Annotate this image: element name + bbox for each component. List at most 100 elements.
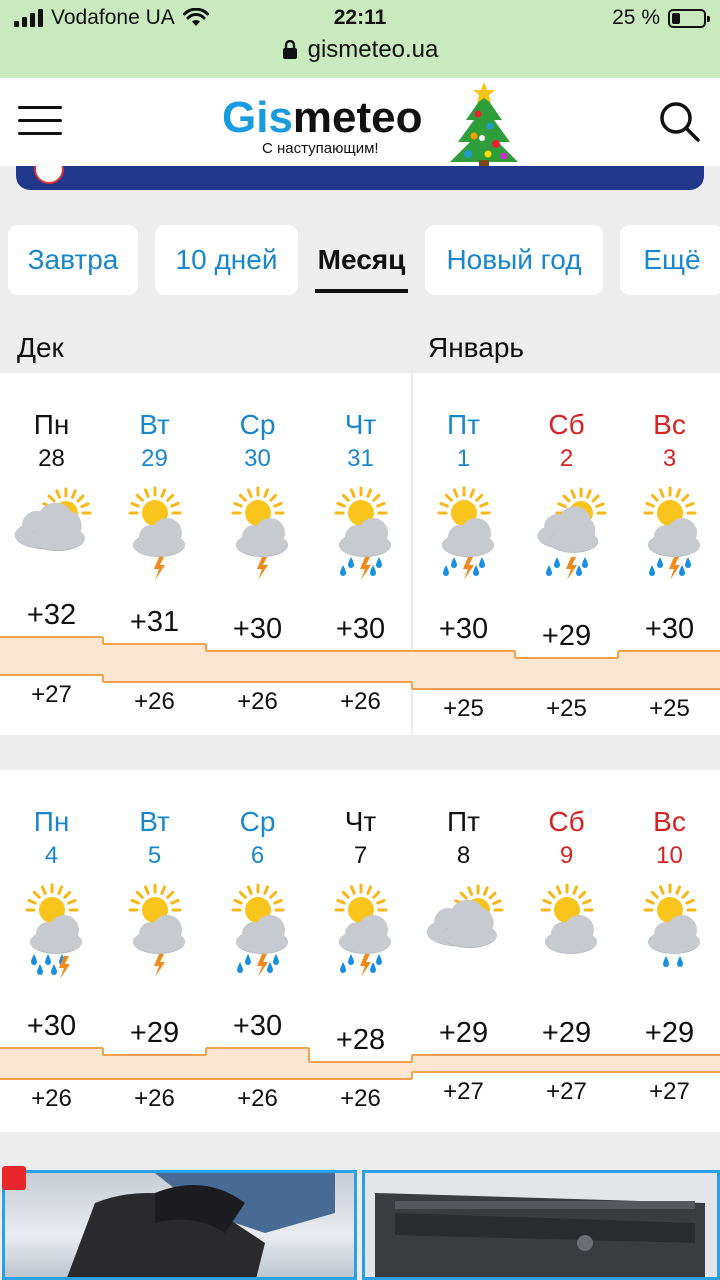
christmas-tree-icon [450,82,518,166]
day-number: 30 [244,445,271,472]
day-number: 9 [559,842,574,869]
day-column[interactable]: Вт 29 [103,373,206,735]
day-number: 3 [662,445,677,472]
day-number: 10 [656,842,683,869]
day-number: 1 [456,445,471,472]
temp-max: +29 [541,620,592,652]
new-year-banner[interactable] [16,166,704,190]
temp-min: +27 [443,1078,484,1105]
temp-max: +28 [335,1024,386,1056]
temp-max: +30 [335,613,386,645]
ad-banner-right[interactable] [362,1170,720,1280]
day-column[interactable]: Чт 7 [309,770,412,1132]
partly-cloudy-icon [4,485,100,585]
ad-badge-icon [2,1166,26,1190]
day-of-week: Пн [33,806,70,837]
day-number: 31 [347,445,374,472]
address-bar[interactable]: gismeteo.ua [0,36,720,64]
day-of-week: Пт [447,409,480,440]
day-number: 2 [559,445,574,472]
day-column[interactable]: Пт 1 [412,373,515,735]
site-header: Gismeteo С наступающим! [0,78,720,166]
day-number: 4 [44,842,59,869]
rain-thunder-icon [4,882,100,982]
light-rain-icon [622,882,718,982]
temp-min: +26 [237,688,278,715]
temp-min: +27 [31,681,72,708]
day-of-week: Пн [33,409,70,440]
temp-max: +29 [644,1017,695,1049]
temp-min: +27 [546,1078,587,1105]
snowman-icon [34,166,64,184]
temp-min: +26 [237,1085,278,1112]
ad-banner-left[interactable] [2,1170,357,1280]
day-number: 8 [456,842,471,869]
day-column[interactable]: Вс 3 [618,373,720,735]
temp-min: +25 [546,695,587,722]
day-of-week: Чт [344,409,377,440]
temp-min: +25 [443,695,484,722]
tab-new-year[interactable]: Новый год [425,225,603,295]
logo-meteo: meteo [292,93,423,142]
temp-max: +32 [26,599,77,631]
url-text: gismeteo.ua [307,36,439,63]
thunderstorm-rain-icon [210,882,306,982]
tab-tomorrow[interactable]: Завтра [8,225,138,295]
day-of-week: Чт [344,806,377,837]
tab-more[interactable]: Ещё [620,225,720,295]
cloudy-thunderstorm-rain-icon [519,485,615,585]
hamburger-icon[interactable] [18,106,62,136]
temp-max: +29 [129,1017,180,1049]
thunderstorm-rain-icon [313,485,409,585]
temp-max: +29 [541,1017,592,1049]
tab-month[interactable]: Месяц [315,225,408,295]
day-of-week: Сб [548,806,585,837]
day-column[interactable]: Пн 4 [0,770,103,1132]
temp-min: +27 [649,1078,690,1105]
ad-pistol-image [375,1193,705,1277]
day-number: 5 [147,842,162,869]
thunderstorm-rain-icon [416,485,512,585]
day-number: 6 [250,842,265,869]
day-number: 7 [353,842,368,869]
thunderstorm-rain-icon [313,882,409,982]
day-number: 28 [38,445,65,472]
day-of-week: Вт [139,806,170,837]
day-column[interactable]: Ср 6 [206,770,309,1132]
temp-min: +26 [134,1085,175,1112]
week-card: Пн 4 Вт 5 Ср 6 Чт 7 Пт 8 Сб 9 Вс 10 +30 … [0,770,720,1132]
site-logo[interactable]: Gismeteo С наступающим! [222,82,522,166]
day-of-week: Пт [447,806,480,837]
partly-cloudy-icon [416,882,512,982]
day-column[interactable]: Сб 2 [515,373,618,735]
thunderstorm-icon [107,882,203,982]
temp-max: +30 [232,613,283,645]
ad-shoe-image [67,1173,335,1277]
day-column[interactable]: Чт 31 [309,373,412,735]
battery-percent: 25 % [612,6,660,29]
month-label-january: Январь [428,332,524,363]
day-column[interactable]: Вт 5 [103,770,206,1132]
day-of-week: Вт [139,409,170,440]
day-column[interactable]: Ср 30 [206,373,309,735]
thunderstorm-icon [107,485,203,585]
logo-tagline: С наступающим! [262,140,379,157]
temp-min: +26 [31,1085,72,1112]
week-card: Пн 28 Вт 29 Ср 30 Чт 31 Пт 1 Сб 2 Вс 3 +… [0,373,720,735]
battery-icon [668,8,710,28]
day-of-week: Ср [239,409,276,440]
logo-gis: Gis [222,93,293,142]
temp-min: +26 [340,1085,381,1112]
temp-max: +29 [438,1017,489,1049]
month-label-december: Дек [17,332,64,363]
search-icon[interactable] [658,100,702,144]
temp-max: +30 [438,613,489,645]
tab-10-days[interactable]: 10 дней [155,225,298,295]
temp-max: +30 [26,1010,77,1042]
thunderstorm-icon [210,485,306,585]
temp-max: +30 [232,1010,283,1042]
battery-status: 25 % [612,6,710,30]
day-number: 29 [141,445,168,472]
thunderstorm-rain-icon [622,485,718,585]
status-bar: Vodafone UA 22:11 25 % gismeteo.ua [0,0,720,78]
